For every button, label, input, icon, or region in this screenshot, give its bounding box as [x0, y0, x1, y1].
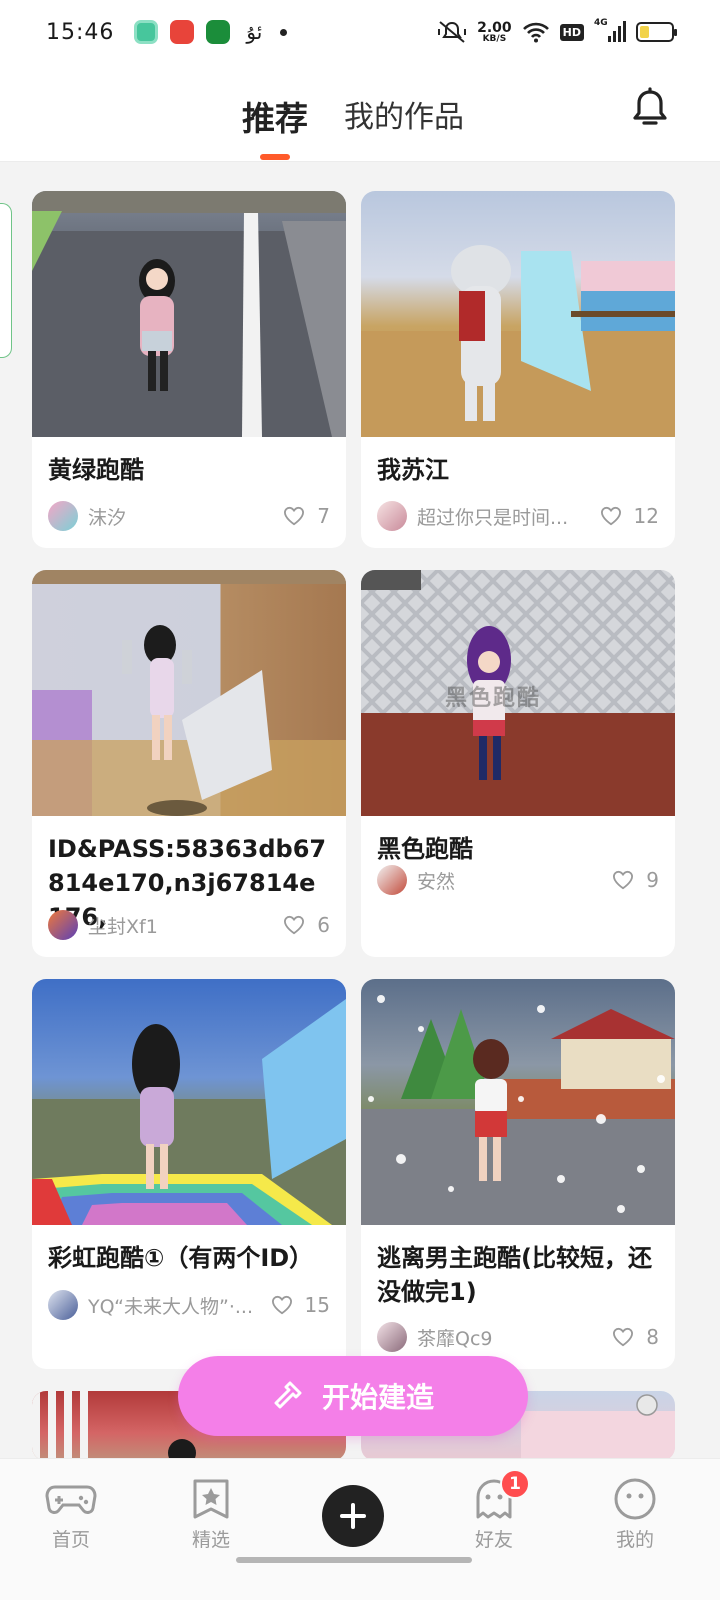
network-speed: 2.00 KB/S — [477, 19, 512, 44]
like-button[interactable]: 6 — [283, 913, 330, 937]
work-meta: 尘封Xf1 6 — [48, 909, 330, 941]
nav-featured[interactable]: 精选 — [171, 1477, 251, 1552]
work-thumbnail: 黑色跑酷 — [361, 570, 675, 816]
work-card[interactable]: 我苏江 超过你只是时间... 12 — [361, 191, 675, 548]
work-meta: 安然 9 — [377, 864, 659, 896]
author-name[interactable]: 安然 — [417, 867, 604, 894]
like-button[interactable]: 12 — [600, 504, 659, 528]
tab-recommended[interactable]: 推荐 — [242, 92, 308, 140]
like-button[interactable]: 8 — [612, 1325, 659, 1349]
heart-icon — [284, 915, 305, 935]
work-meta: 沫汐 7 — [48, 500, 330, 532]
status-time: 15:46 — [46, 19, 115, 45]
like-button[interactable]: 9 — [612, 868, 659, 892]
avatar[interactable] — [48, 1290, 78, 1320]
top-nav: 推荐 我的作品 — [0, 64, 720, 162]
tab-my-works[interactable]: 我的作品 — [344, 92, 464, 136]
work-title: 黄绿跑酷 — [48, 456, 144, 484]
author-name[interactable]: 沫汐 — [88, 503, 275, 530]
heart-icon — [284, 506, 305, 526]
like-button[interactable]: 15 — [271, 1293, 330, 1317]
heart-icon — [271, 1295, 292, 1315]
bell-icon[interactable] — [628, 86, 672, 130]
cell-signal-icon: 4G — [594, 18, 626, 44]
thumbnail-watermark: 黑色跑酷 — [445, 686, 542, 711]
notification-app-icon — [206, 20, 231, 44]
like-count: 7 — [317, 504, 330, 528]
work-meta: YQ“未来大人物”·... 15 — [48, 1289, 330, 1321]
avatar[interactable] — [377, 865, 407, 895]
author-name[interactable]: 茶靡Qc9 — [417, 1324, 604, 1351]
like-count: 9 — [646, 868, 659, 892]
battery-icon — [636, 22, 677, 42]
avatar[interactable] — [48, 501, 78, 531]
create-button[interactable] — [322, 1485, 384, 1547]
heart-icon — [600, 506, 621, 526]
hd-voice-icon: HD — [559, 23, 584, 41]
star-bookmark-icon — [193, 1479, 229, 1519]
notification-text: ئۇ — [246, 20, 263, 44]
hammer-icon — [274, 1381, 302, 1409]
notification-app-icon — [170, 20, 195, 44]
work-card[interactable]: 彩虹跑酷①（有两个ID） YQ“未来大人物”·... 15 — [32, 979, 346, 1369]
start-building-label: 开始建造 — [321, 1381, 434, 1414]
work-card[interactable]: ID&PASS:58363db67814e170,n3j67814e176, 尘… — [32, 570, 346, 957]
avatar[interactable] — [377, 1322, 407, 1352]
mute-vibrate-icon — [438, 21, 467, 43]
like-count: 15 — [304, 1293, 330, 1317]
work-thumbnail — [361, 191, 675, 437]
like-count: 6 — [317, 913, 330, 937]
active-tab-indicator — [260, 154, 290, 160]
nav-profile[interactable]: 我的 — [595, 1477, 675, 1552]
avatar[interactable] — [48, 910, 78, 940]
like-button[interactable]: 7 — [283, 504, 330, 528]
like-count: 8 — [646, 1325, 659, 1349]
work-meta: 茶靡Qc9 8 — [377, 1321, 659, 1353]
work-title: 黑色跑酷 — [377, 835, 473, 863]
work-card[interactable]: 黄绿跑酷 沫汐 7 — [32, 191, 346, 548]
smile-icon — [614, 1478, 656, 1520]
work-thumbnail — [32, 979, 346, 1225]
home-indicator[interactable] — [236, 1557, 472, 1563]
work-meta: 超过你只是时间... 12 — [377, 500, 659, 532]
bottom-nav: 首页 精选 好友 1 我的 — [0, 1458, 720, 1600]
status-bar: 15:46 ئۇ 2.00 KB/S HD 4G — [0, 0, 720, 64]
work-thumbnail — [32, 570, 346, 816]
wifi-icon — [522, 22, 549, 43]
heart-icon — [613, 1327, 634, 1347]
avatar[interactable] — [377, 501, 407, 531]
work-title: 我苏江 — [377, 456, 449, 484]
work-card[interactable]: 逃离男主跑酷(比较短，还没做完1) 茶靡Qc9 8 — [361, 979, 675, 1369]
notification-app-icon — [134, 20, 159, 44]
work-title: 逃离男主跑酷(比较短，还没做完1) — [377, 1244, 652, 1306]
gamepad-icon — [45, 1485, 97, 1514]
heart-icon — [613, 870, 634, 890]
notification-badge: 1 — [500, 1469, 530, 1499]
start-building-button[interactable]: 开始建造 — [178, 1356, 528, 1436]
work-thumbnail — [32, 191, 346, 437]
side-drawer-handle[interactable] — [0, 203, 12, 358]
work-card[interactable]: 黑色跑酷 黑色跑酷 安然 9 — [361, 570, 675, 957]
author-name[interactable]: 尘封Xf1 — [88, 912, 275, 939]
like-count: 12 — [633, 504, 659, 528]
nav-home[interactable]: 首页 — [31, 1477, 111, 1552]
work-thumbnail — [361, 979, 675, 1225]
plus-icon — [340, 1503, 366, 1529]
author-name[interactable]: YQ“未来大人物”·... — [88, 1292, 263, 1319]
more-notifications-dot — [280, 28, 288, 36]
author-name[interactable]: 超过你只是时间... — [417, 503, 592, 530]
work-title: 彩虹跑酷①（有两个ID） — [48, 1244, 314, 1272]
